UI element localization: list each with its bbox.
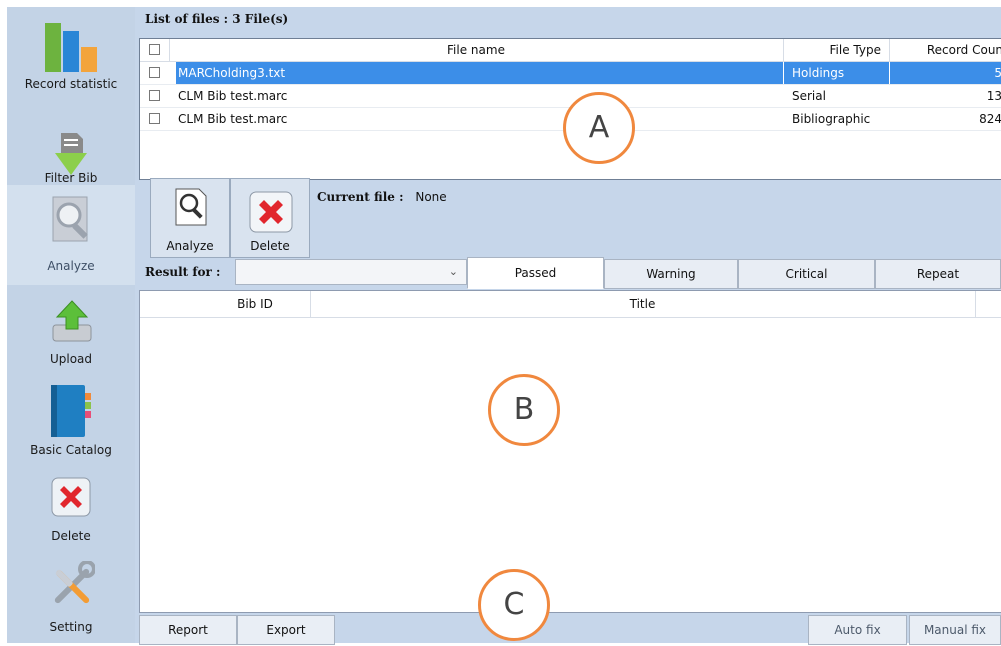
analyze-label: Analyze (166, 239, 214, 253)
tools-icon (49, 560, 96, 611)
sidebar-item-label: Delete (51, 529, 91, 543)
sidebar: Record statistic Filter Bib Analyze Uplo… (7, 7, 135, 643)
files-list-title: List of files : 3 File(s) (145, 12, 289, 26)
record-count-cell: 824 (979, 112, 1001, 126)
record-count-cell: 5 (890, 62, 1001, 84)
column-header-file-name[interactable]: File name (169, 39, 783, 61)
catalog-book-icon (49, 383, 95, 439)
bar-chart-icon (42, 21, 102, 73)
row-checkbox[interactable] (149, 90, 160, 101)
row-checkbox[interactable] (149, 113, 160, 124)
chevron-down-icon: ⌄ (448, 265, 458, 278)
current-file: Current file : None (317, 190, 447, 204)
report-button[interactable]: Report (139, 615, 237, 645)
export-button[interactable]: Export (237, 615, 335, 645)
column-divider (975, 291, 976, 317)
file-type-cell: Bibliographic (792, 112, 871, 126)
record-count-cell: 13 (986, 89, 1001, 103)
manual-fix-button[interactable]: Manual fix (909, 615, 1001, 645)
callout-marker-b: B (488, 374, 560, 446)
sidebar-item-label: Analyze (47, 259, 95, 273)
sidebar-item-label: Record statistic (24, 77, 118, 91)
tab-repeat[interactable]: Repeat (875, 259, 1001, 289)
column-header-record-counts[interactable]: Record Counts (889, 39, 1001, 61)
sidebar-item-record-statistic[interactable]: Record statistic (7, 7, 135, 117)
file-type-cell: Holdings (784, 62, 889, 84)
row-checkbox[interactable] (149, 67, 160, 78)
sidebar-item-label: Upload (49, 352, 93, 366)
sidebar-item-setting[interactable]: Setting (7, 557, 135, 641)
current-file-label: Current file : (317, 190, 404, 204)
select-all-checkbox[interactable] (149, 44, 160, 55)
file-name-cell: CLM Bib test.marc (178, 89, 288, 103)
sidebar-item-delete[interactable]: Delete (7, 469, 135, 551)
file-name-cell: MARCholding3.txt (176, 62, 783, 84)
sidebar-item-analyze[interactable]: Analyze (7, 185, 135, 285)
main-panel: List of files : 3 File(s) File name File… (135, 7, 1001, 645)
sidebar-item-upload[interactable]: Upload (7, 295, 135, 375)
magnifier-icon (49, 195, 95, 245)
magnifier-icon (173, 187, 209, 227)
tab-warning[interactable]: Warning (604, 259, 738, 289)
result-for-label: Result for : (145, 265, 221, 279)
result-for-dropdown[interactable]: ⌄ (235, 259, 467, 285)
file-type-cell: Serial (792, 89, 826, 103)
column-header-file-type[interactable]: File Type (783, 39, 889, 61)
upload-icon (51, 299, 93, 345)
delete-button[interactable]: Delete (230, 178, 310, 258)
callout-marker-c: C (478, 569, 550, 641)
red-x-icon (249, 191, 293, 233)
delete-label: Delete (250, 239, 290, 253)
column-header-title[interactable]: Title (310, 291, 975, 317)
tab-critical[interactable]: Critical (738, 259, 875, 289)
sidebar-item-basic-catalog[interactable]: Basic Catalog (7, 379, 135, 463)
red-x-icon (51, 477, 91, 517)
analyze-button[interactable]: Analyze (150, 178, 230, 258)
record-counts-label: Record Counts (926, 43, 1001, 57)
callout-marker-a: A (563, 92, 635, 164)
tab-passed[interactable]: Passed (467, 257, 604, 289)
auto-fix-button[interactable]: Auto fix (808, 615, 907, 645)
file-name-cell: CLM Bib test.marc (178, 112, 288, 126)
current-file-value: None (415, 190, 447, 204)
sidebar-item-label: Filter Bib (44, 171, 98, 185)
table-row[interactable]: MARCholding3.txt Holdings 5 (140, 62, 1001, 85)
results-table-header: Bib ID Title (140, 291, 1001, 318)
app-window: Record statistic Filter Bib Analyze Uplo… (0, 0, 1001, 646)
files-table-header: File name File Type Record Counts (140, 39, 1001, 62)
sidebar-item-label: Basic Catalog (30, 443, 112, 457)
sidebar-item-label: Setting (49, 620, 93, 634)
results-table: Bib ID Title (139, 290, 1001, 613)
